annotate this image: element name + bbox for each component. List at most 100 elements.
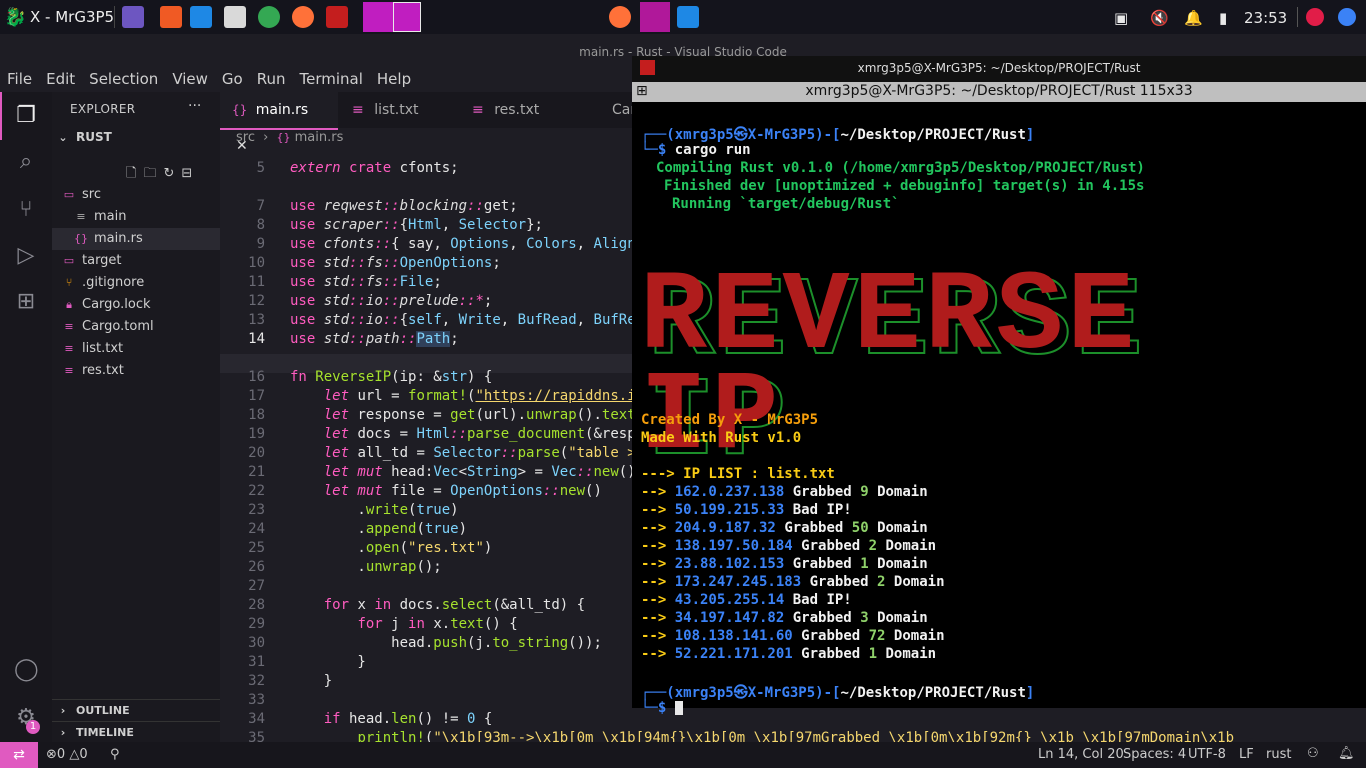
extensions-icon[interactable]: ⊞ bbox=[14, 290, 38, 314]
account-icon[interactable]: ◯ bbox=[14, 658, 39, 682]
project-header[interactable]: ⌄ RUST bbox=[52, 126, 220, 148]
burp-icon[interactable] bbox=[160, 6, 182, 28]
line-number: 8 bbox=[256, 217, 265, 233]
file-icon: ≡ bbox=[64, 364, 74, 377]
result-status: Bad IP! bbox=[792, 502, 852, 518]
indent-setting[interactable]: Spaces: 4 bbox=[1123, 747, 1186, 762]
result-row: --> 108.138.141.60 Grabbed 72 Domain bbox=[641, 628, 945, 644]
tree-item-main-rs[interactable]: {} main.rs bbox=[52, 228, 220, 250]
menu-bar: File Edit Selection View Go Run Terminal… bbox=[0, 70, 418, 92]
line-number: 20 bbox=[248, 445, 265, 461]
terminal-tab-bar: ⊞ xmrg3p5@X-MrG3P5: ~/Desktop/PROJECT/Ru… bbox=[632, 82, 1366, 102]
tree-item-res-txt[interactable]: ≡ res.txt bbox=[52, 360, 220, 382]
tab-main-rs[interactable]: {} main.rs ✕ bbox=[220, 92, 338, 154]
vscode-launcher-icon[interactable] bbox=[190, 6, 212, 28]
breadcrumb-file[interactable]: main.rs bbox=[295, 130, 344, 145]
menu-help[interactable]: Help bbox=[370, 70, 418, 92]
prompt-line-1: ┌──(xmrg3p5㉿X-MrG3P5)-[~/Desktop/PROJECT… bbox=[641, 127, 1035, 143]
show-desktop-icon[interactable] bbox=[122, 6, 144, 28]
git-icon: ⑂ bbox=[65, 276, 73, 289]
explorer-icon[interactable]: ❐ bbox=[14, 104, 38, 128]
debug-icon[interactable]: ⚲ bbox=[110, 747, 120, 762]
language-mode[interactable]: rust bbox=[1266, 747, 1291, 762]
menu-terminal[interactable]: Terminal bbox=[293, 70, 370, 92]
search-icon[interactable]: ⌕ bbox=[14, 150, 38, 174]
result-unit: Domain bbox=[877, 520, 928, 536]
firefox-icon[interactable] bbox=[292, 6, 314, 28]
taskbar-terminal-icon[interactable] bbox=[640, 2, 670, 32]
menu-selection[interactable]: Selection bbox=[82, 70, 165, 92]
chrome-icon[interactable] bbox=[258, 6, 280, 28]
result-unit: Domain bbox=[885, 538, 937, 554]
result-unit: Domain bbox=[877, 556, 928, 572]
breadcrumb-folder[interactable]: src bbox=[236, 130, 255, 145]
result-ip: 204.9.187.32 bbox=[674, 520, 776, 536]
file-icon: ≡ bbox=[472, 102, 484, 118]
workspace-2[interactable] bbox=[393, 2, 421, 32]
feedback-icon[interactable]: ⚇ bbox=[1307, 746, 1319, 761]
terminal-subtitle: xmrg3p5@X-MrG3P5: ~/Desktop/PROJECT/Rust… bbox=[805, 83, 1193, 99]
taskbar-firefox-icon[interactable] bbox=[609, 6, 631, 28]
tab-list-txt[interactable]: ≡ list.txt bbox=[348, 92, 458, 128]
result-status: Grabbed bbox=[801, 538, 861, 554]
screen-icon[interactable]: ▣ bbox=[1114, 9, 1128, 27]
explorer-toolbar-icons[interactable]: 🗋🗀↻⊟ bbox=[126, 164, 199, 186]
result-ip: 50.199.215.33 bbox=[674, 502, 785, 518]
prompt-cursor-line: └─$ bbox=[641, 700, 683, 716]
tree-item-main[interactable]: ≡ main bbox=[52, 206, 220, 228]
arrow: --> bbox=[641, 610, 675, 626]
line-number: 12 bbox=[248, 293, 265, 309]
timeline-section[interactable]: › TIMELINE bbox=[52, 721, 220, 744]
tree-item-cargo-lock[interactable]: 🔒︎ Cargo.lock bbox=[52, 294, 220, 316]
encoding[interactable]: UTF-8 bbox=[1188, 747, 1226, 762]
tree-item-cargo-toml[interactable]: ≡ Cargo.toml bbox=[52, 316, 220, 338]
notifications-bell-icon[interactable]: 🔔︎ bbox=[1338, 746, 1355, 761]
eol[interactable]: LF bbox=[1239, 747, 1254, 762]
result-status: Bad IP! bbox=[792, 592, 852, 608]
menu-edit[interactable]: Edit bbox=[39, 70, 82, 92]
terminal-launcher-icon[interactable] bbox=[326, 6, 348, 28]
tree-item-list-txt[interactable]: ≡ list.txt bbox=[52, 338, 220, 360]
mute-icon[interactable]: 🔇 bbox=[1150, 9, 1169, 27]
result-ip: 34.197.147.82 bbox=[674, 610, 785, 626]
logout-icon[interactable] bbox=[1338, 8, 1356, 26]
tree-item-src[interactable]: ▭ src bbox=[52, 184, 220, 206]
arrow: --> bbox=[641, 538, 675, 554]
prompt-line-2: ┌──(xmrg3p5㉿X-MrG3P5)-[~/Desktop/PROJECT… bbox=[641, 685, 1035, 701]
line-number: 5 bbox=[256, 160, 265, 176]
file-manager-icon[interactable] bbox=[224, 6, 246, 28]
result-row: --> 50.199.215.33 Bad IP! bbox=[641, 502, 852, 518]
tree-item-target[interactable]: ▭ target bbox=[52, 250, 220, 272]
menu-run[interactable]: Run bbox=[250, 70, 293, 92]
more-actions-icon[interactable]: ··· bbox=[188, 98, 201, 114]
editor-area: {} main.rs ✕ ≡ list.txt ≡ res.txt Car sr… bbox=[220, 92, 1234, 746]
result-row: --> 162.0.237.138 Grabbed 9 Domain bbox=[641, 484, 928, 500]
run-debug-icon[interactable]: ▷ bbox=[14, 244, 38, 268]
problems-indicator[interactable]: ⊗0 △0 bbox=[46, 747, 88, 762]
outline-section[interactable]: › OUTLINE bbox=[52, 699, 220, 722]
result-count: 1 bbox=[860, 556, 869, 572]
arrow: --> bbox=[641, 592, 675, 608]
lock-icon[interactable] bbox=[1306, 8, 1324, 26]
line-number: 24 bbox=[248, 521, 265, 537]
remote-icon[interactable]: ⇄ bbox=[0, 742, 38, 768]
line-number: 23 bbox=[248, 502, 265, 518]
taskbar-vscode-icon[interactable] bbox=[677, 6, 699, 28]
menu-go[interactable]: Go bbox=[215, 70, 250, 92]
folder-icon: ▭ bbox=[63, 188, 75, 201]
kali-menu-button[interactable]: 🐉 bbox=[4, 0, 26, 34]
menu-file[interactable]: File bbox=[0, 70, 39, 92]
source-control-icon[interactable]: ⑂ bbox=[14, 198, 38, 222]
tab-res-txt[interactable]: ≡ res.txt bbox=[468, 92, 578, 128]
workspace-1[interactable] bbox=[363, 2, 393, 32]
tab-cargo[interactable]: Car bbox=[590, 92, 632, 128]
tree-item-gitignore[interactable]: ⑂ .gitignore bbox=[52, 272, 220, 294]
result-count: 3 bbox=[860, 610, 869, 626]
result-ip: 108.138.141.60 bbox=[674, 628, 793, 644]
warning-icon: △ bbox=[69, 747, 80, 762]
result-unit: Domain bbox=[893, 628, 945, 644]
bell-icon[interactable]: 🔔 bbox=[1184, 9, 1203, 27]
cursor-position[interactable]: Ln 14, Col 20 bbox=[1038, 747, 1124, 762]
menu-view[interactable]: View bbox=[165, 70, 215, 92]
arrow: --> bbox=[641, 520, 675, 536]
